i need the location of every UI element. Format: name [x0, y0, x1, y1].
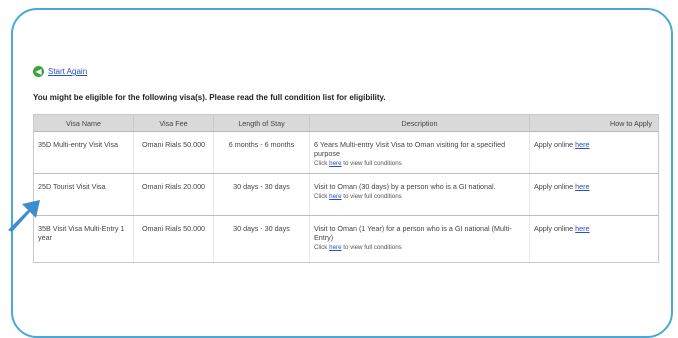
visa-description: Visit to Oman (30 days) by a person who …	[310, 174, 530, 215]
description-text: 6 Years Multi-entry Visit Visa to Oman v…	[314, 140, 506, 158]
visa-fee: Omani Rials 50.000	[134, 216, 214, 262]
apply-link[interactable]: here	[575, 182, 589, 191]
visa-name: 35B Visit Visa Multi-Entry 1 year	[34, 216, 134, 262]
start-again-link[interactable]: Start Again	[48, 67, 87, 76]
how-to-apply: Apply online here	[530, 132, 660, 173]
start-again-control[interactable]: ◀ Start Again	[33, 66, 87, 77]
conditions-prefix: Click	[314, 160, 328, 167]
header-length-of-stay: Length of Stay	[214, 115, 310, 131]
how-to-apply: Apply online here	[530, 174, 660, 215]
length-of-stay: 30 days - 30 days	[214, 174, 310, 215]
conditions-suffix: to view full conditions	[343, 193, 402, 200]
length-of-stay: 6 months - 6 months	[214, 132, 310, 173]
table-header: Visa Name Visa Fee Length of Stay Descri…	[34, 115, 658, 132]
header-description: Description	[310, 115, 530, 131]
how-to-apply: Apply online here	[530, 216, 660, 262]
header-visa-name: Visa Name	[34, 115, 134, 131]
description-text: Visit to Oman (30 days) by a person who …	[314, 182, 496, 191]
table-row: 25D Tourist Visit Visa Omani Rials 20.00…	[34, 174, 658, 216]
pointer-arrow-icon	[8, 200, 40, 232]
description-text: Visit to Oman (1 Year) for a person who …	[314, 224, 512, 242]
conditions-line: Click here to view full conditions	[314, 243, 525, 252]
length-of-stay: 30 days - 30 days	[214, 216, 310, 262]
visa-description: Visit to Oman (1 Year) for a person who …	[310, 216, 530, 262]
conditions-link[interactable]: here	[329, 160, 341, 167]
table-row: 35D Multi-entry Visit Visa Omani Rials 5…	[34, 132, 658, 174]
conditions-line: Click here to view full conditions	[314, 159, 525, 168]
visa-name: 25D Tourist Visit Visa	[34, 174, 134, 215]
visa-table: Visa Name Visa Fee Length of Stay Descri…	[33, 114, 659, 263]
apply-link[interactable]: here	[575, 224, 589, 233]
visa-fee: Omani Rials 20.000	[134, 174, 214, 215]
visa-description: 6 Years Multi-entry Visit Visa to Oman v…	[310, 132, 530, 173]
table-row: 35B Visit Visa Multi-Entry 1 year Omani …	[34, 216, 658, 262]
conditions-prefix: Click	[314, 193, 328, 200]
conditions-prefix: Click	[314, 244, 328, 251]
visa-fee: Omani Rials 50.000	[134, 132, 214, 173]
back-arrow-icon: ◀	[33, 66, 44, 77]
conditions-link[interactable]: here	[329, 193, 341, 200]
conditions-suffix: to view full conditions	[343, 244, 402, 251]
header-how-to-apply: How to Apply	[610, 118, 652, 128]
conditions-suffix: to view full conditions	[343, 160, 402, 167]
apply-text: Apply online	[534, 224, 574, 233]
visa-name: 35D Multi-entry Visit Visa	[34, 132, 134, 173]
conditions-link[interactable]: here	[329, 244, 341, 251]
eligibility-message: You might be eligible for the following …	[33, 93, 386, 102]
apply-text: Apply online	[534, 140, 574, 149]
conditions-line: Click here to view full conditions	[314, 192, 525, 201]
header-visa-fee: Visa Fee	[134, 115, 214, 131]
apply-text: Apply online	[534, 182, 574, 191]
apply-link[interactable]: here	[575, 140, 589, 149]
